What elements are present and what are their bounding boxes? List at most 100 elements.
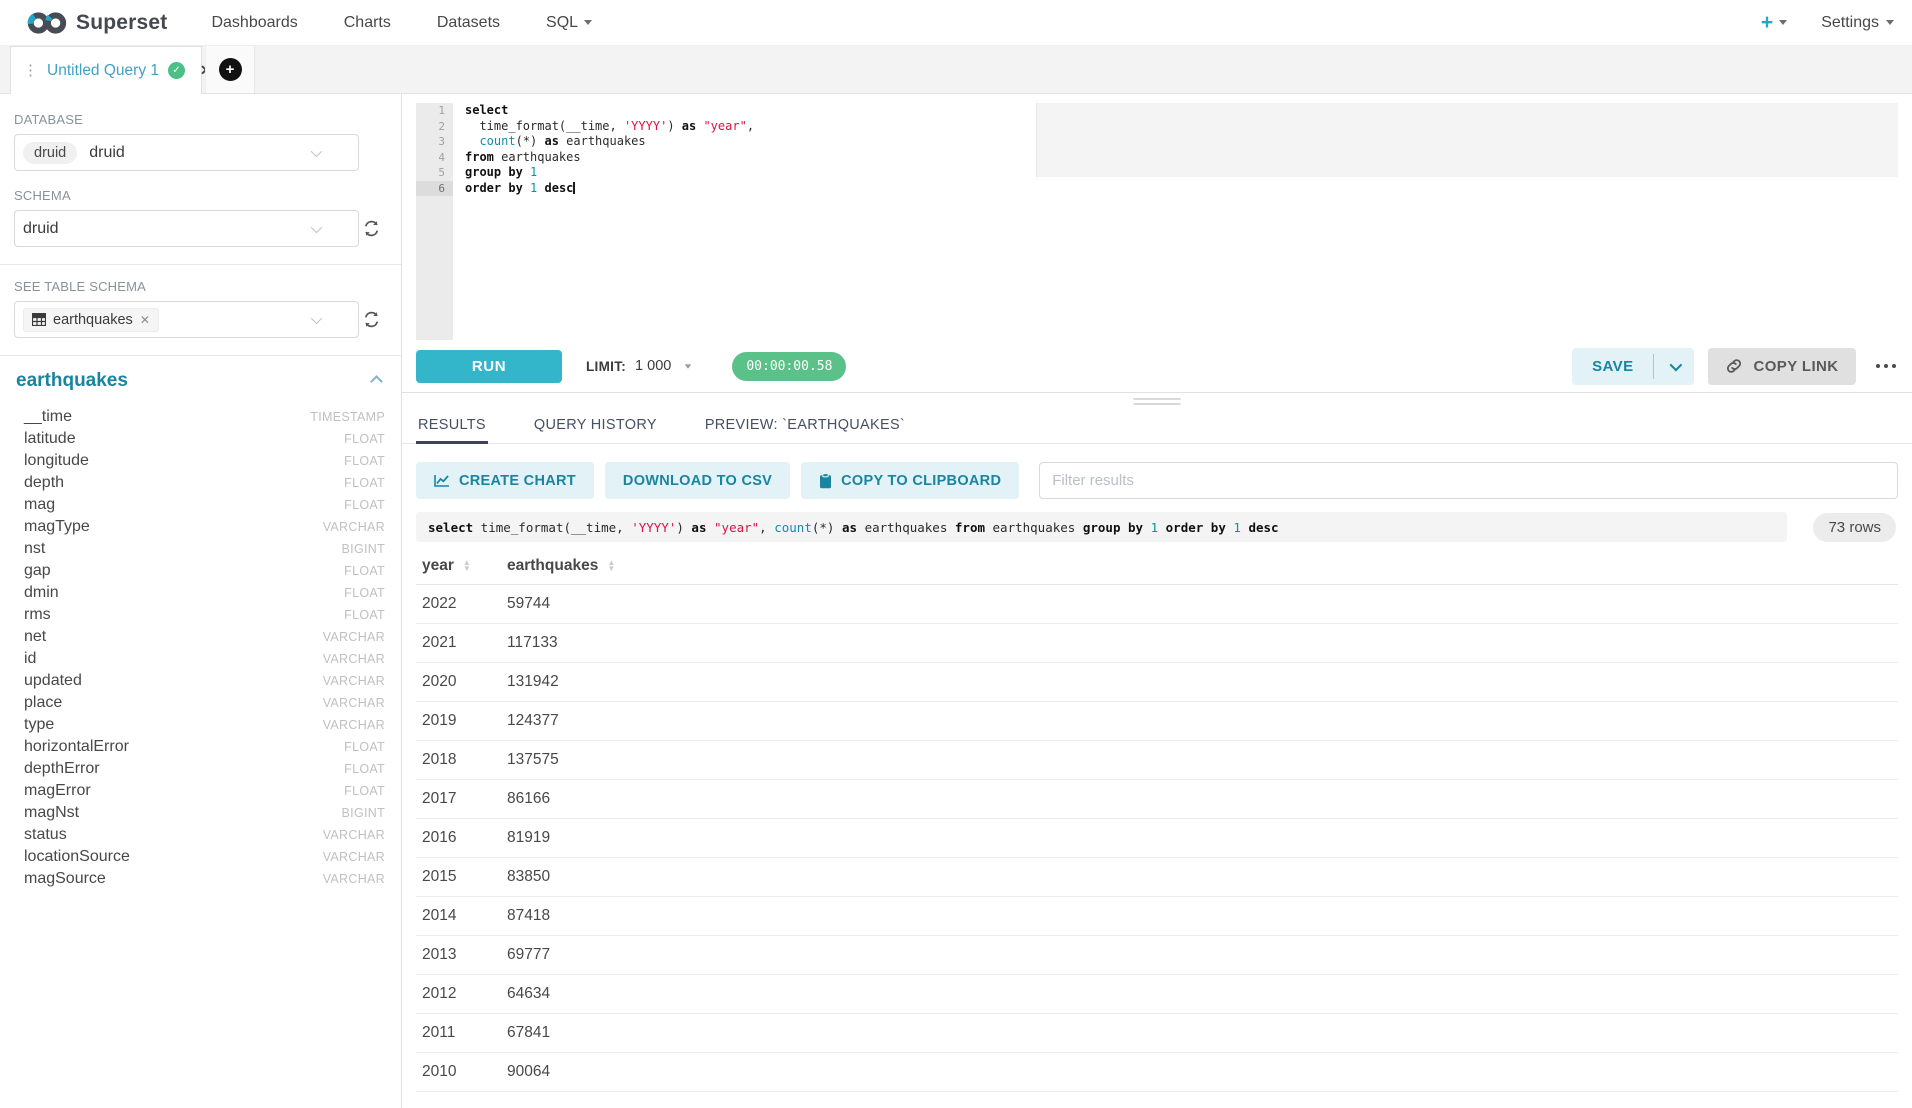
table-column-row[interactable]: updatedVARCHAR — [14, 670, 387, 692]
table-column-row[interactable]: longitudeFLOAT — [14, 450, 387, 472]
tab-query-history[interactable]: QUERY HISTORY — [532, 409, 659, 443]
executed-query-preview: select time_format(__time, 'YYYY') as "y… — [416, 512, 1787, 542]
table-column-row[interactable]: dminFLOAT — [14, 582, 387, 604]
table-row: 201090064 — [416, 1053, 1898, 1092]
remove-table-icon[interactable]: ✕ — [140, 313, 150, 327]
cell-earthquakes: 69777 — [501, 946, 550, 964]
table-column-row[interactable]: placeVARCHAR — [14, 692, 387, 714]
table-columns-list: __timeTIMESTAMPlatitudeFLOATlongitudeFLO… — [14, 406, 387, 890]
more-options-button[interactable] — [1874, 358, 1899, 375]
table-column-row[interactable]: magTypeVARCHAR — [14, 516, 387, 538]
caret-down-icon — [1886, 20, 1894, 25]
line-number: 5 — [416, 165, 453, 181]
table-column-row[interactable]: latitudeFLOAT — [14, 428, 387, 450]
query-tab-active[interactable]: ⋮ Untitled Query 1 ✓ ✕ — [10, 46, 202, 94]
column-type: VARCHAR — [323, 652, 385, 666]
table-select[interactable]: earthquakes ✕ — [14, 301, 359, 338]
cell-year: 2014 — [416, 907, 501, 925]
database-select[interactable]: druid druid — [14, 134, 359, 171]
run-query-button[interactable]: RUN — [416, 350, 562, 383]
save-button[interactable]: SAVE — [1572, 348, 1653, 385]
table-column-row[interactable]: locationSourceVARCHAR — [14, 846, 387, 868]
table-row-partial — [416, 1092, 1898, 1108]
column-type: FLOAT — [344, 608, 385, 622]
column-name: mag — [24, 496, 55, 514]
copy-clipboard-button[interactable]: COPY TO CLIPBOARD — [801, 462, 1019, 499]
table-column-row[interactable]: mag FLOAT — [14, 494, 387, 516]
query-success-icon: ✓ — [168, 62, 185, 79]
sqllab-sidebar: DATABASE druid druid SCHEMA druid — [0, 94, 402, 1108]
column-name: longitude — [24, 452, 89, 470]
nav-item-charts[interactable]: Charts — [344, 14, 391, 32]
tab-preview-earthquakes[interactable]: PREVIEW: `EARTHQUAKES` — [703, 409, 907, 443]
table-column-row[interactable]: statusVARCHAR — [14, 824, 387, 846]
collapse-table-icon[interactable] — [370, 375, 383, 388]
cell-earthquakes: 137575 — [501, 751, 559, 769]
column-type: VARCHAR — [323, 872, 385, 886]
table-column-row[interactable]: depthErrorFLOAT — [14, 758, 387, 780]
plus-icon: + — [1761, 12, 1773, 33]
nav-item-sql[interactable]: SQL — [546, 14, 592, 32]
table-schema-heading[interactable]: earthquakes — [16, 370, 128, 392]
column-name: magError — [24, 782, 91, 800]
table-column-row[interactable]: magNstBIGINT — [14, 802, 387, 824]
column-type: VARCHAR — [323, 718, 385, 732]
nav-item-datasets[interactable]: Datasets — [437, 14, 500, 32]
table-tag: earthquakes ✕ — [23, 308, 159, 332]
table-row: 201583850 — [416, 858, 1898, 897]
editor-code[interactable]: select time_format(__time, 'YYYY') as "y… — [453, 103, 1898, 340]
tab-results[interactable]: RESULTS — [416, 409, 488, 443]
copy-link-button[interactable]: COPY LINK — [1708, 348, 1855, 385]
cell-earthquakes: 81919 — [501, 829, 550, 847]
sort-icon[interactable]: ▲▼ — [607, 560, 615, 573]
superset-logo[interactable]: Superset — [26, 11, 167, 35]
schema-select[interactable]: druid — [14, 210, 359, 247]
line-number: 3 — [416, 134, 453, 150]
save-options-button[interactable] — [1654, 348, 1694, 385]
cell-year: 2018 — [416, 751, 501, 769]
column-name: magNst — [24, 804, 79, 822]
refresh-schemas-button[interactable] — [362, 219, 381, 243]
table-column-row[interactable]: nstBIGINT — [14, 538, 387, 560]
column-type: FLOAT — [344, 498, 385, 512]
pane-resize-handle[interactable] — [1134, 398, 1181, 408]
column-name: __time — [24, 408, 72, 426]
nav-item-dashboards[interactable]: Dashboards — [211, 14, 297, 32]
editor-toolbar: RUN LIMIT: 1 000 00:00:00.58 SAVE — [402, 340, 1912, 393]
settings-menu[interactable]: Settings — [1821, 14, 1894, 32]
limit-dropdown[interactable]: LIMIT: 1 000 — [586, 358, 692, 374]
text-cursor — [573, 182, 575, 194]
table-row: 202259744 — [416, 585, 1898, 624]
table-column-row[interactable]: __timeTIMESTAMP — [14, 406, 387, 428]
table-column-row[interactable]: idVARCHAR — [14, 648, 387, 670]
column-name: type — [24, 716, 54, 734]
results-table: year ▲▼ earthquakes ▲▼ 20225974420211171… — [416, 548, 1898, 1108]
cell-year: 2017 — [416, 790, 501, 808]
database-backend-pill: druid — [23, 142, 77, 164]
create-chart-button[interactable]: CREATE CHART — [416, 462, 594, 499]
table-column-row[interactable]: gapFLOAT — [14, 560, 387, 582]
table-column-row[interactable]: netVARCHAR — [14, 626, 387, 648]
cell-year: 2019 — [416, 712, 501, 730]
column-header-earthquakes[interactable]: earthquakes ▲▼ — [501, 557, 615, 575]
superset-logo-icon — [26, 11, 68, 35]
table-column-row[interactable]: depthFLOAT — [14, 472, 387, 494]
download-csv-button[interactable]: DOWNLOAD TO CSV — [605, 462, 790, 499]
filter-results-input[interactable] — [1039, 462, 1898, 499]
refresh-tables-button[interactable] — [362, 310, 381, 334]
new-item-button[interactable]: + — [1761, 12, 1787, 33]
navbar: Superset Dashboards Charts Datasets SQL … — [0, 0, 1912, 46]
table-column-row[interactable]: rmsFLOAT — [14, 604, 387, 626]
drag-handle-icon[interactable]: ⋮ — [23, 63, 38, 78]
column-name: updated — [24, 672, 82, 690]
table-column-row[interactable]: horizontalErrorFLOAT — [14, 736, 387, 758]
table-column-row[interactable]: magErrorFLOAT — [14, 780, 387, 802]
code-line: group by 1 — [465, 165, 1898, 181]
table-column-row[interactable]: magSourceVARCHAR — [14, 868, 387, 890]
sort-icon[interactable]: ▲▼ — [463, 560, 471, 573]
caret-down-icon — [584, 20, 592, 25]
sql-code-editor[interactable]: 123456 select time_format(__time, 'YYYY'… — [416, 103, 1898, 340]
column-header-year[interactable]: year ▲▼ — [416, 557, 501, 575]
table-column-row[interactable]: type VARCHAR — [14, 714, 387, 736]
add-tab-button[interactable]: + — [219, 58, 242, 81]
